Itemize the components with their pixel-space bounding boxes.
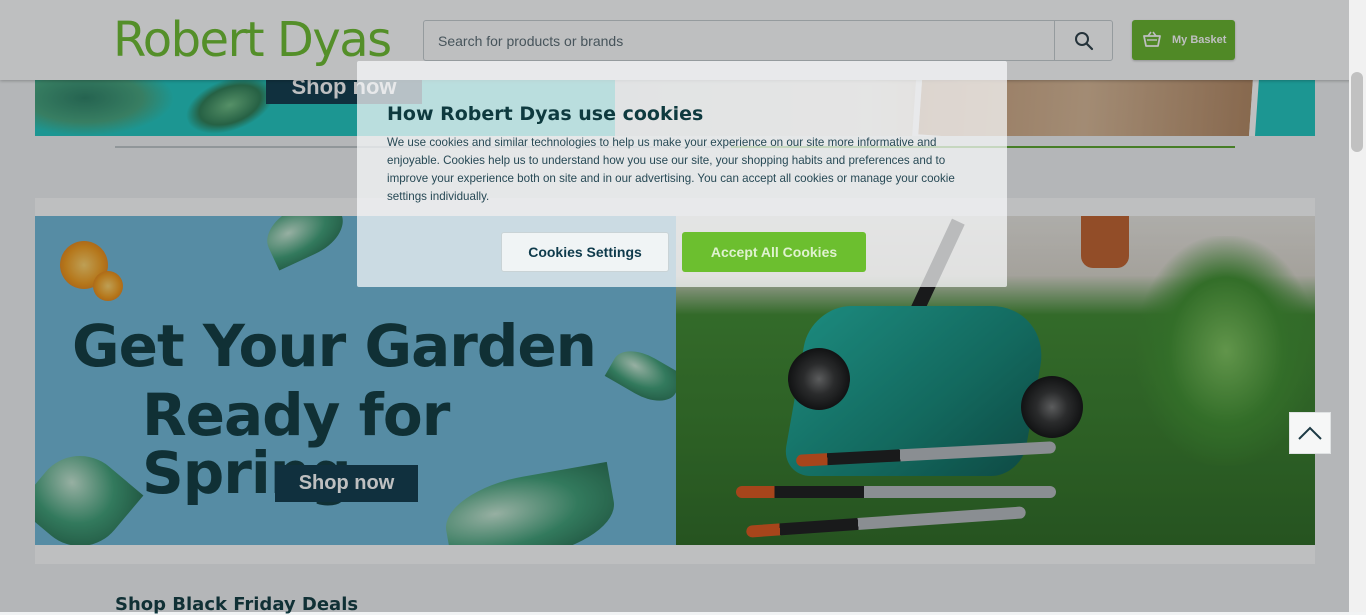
scrollbar-thumb[interactable]: [1351, 72, 1363, 152]
cookies-settings-button[interactable]: Cookies Settings: [501, 232, 669, 272]
cookie-dialog-title: How Robert Dyas use cookies: [387, 103, 704, 125]
page-scrollbar[interactable]: [1349, 0, 1366, 612]
scroll-to-top-button[interactable]: [1289, 412, 1331, 454]
accept-all-cookies-button[interactable]: Accept All Cookies: [682, 232, 866, 272]
cookie-dialog-body: We use cookies and similar technologies …: [387, 136, 955, 203]
chevron-up-icon: [1298, 426, 1322, 440]
cookie-dialog: How Robert Dyas use cookies We use cooki…: [357, 61, 1007, 287]
